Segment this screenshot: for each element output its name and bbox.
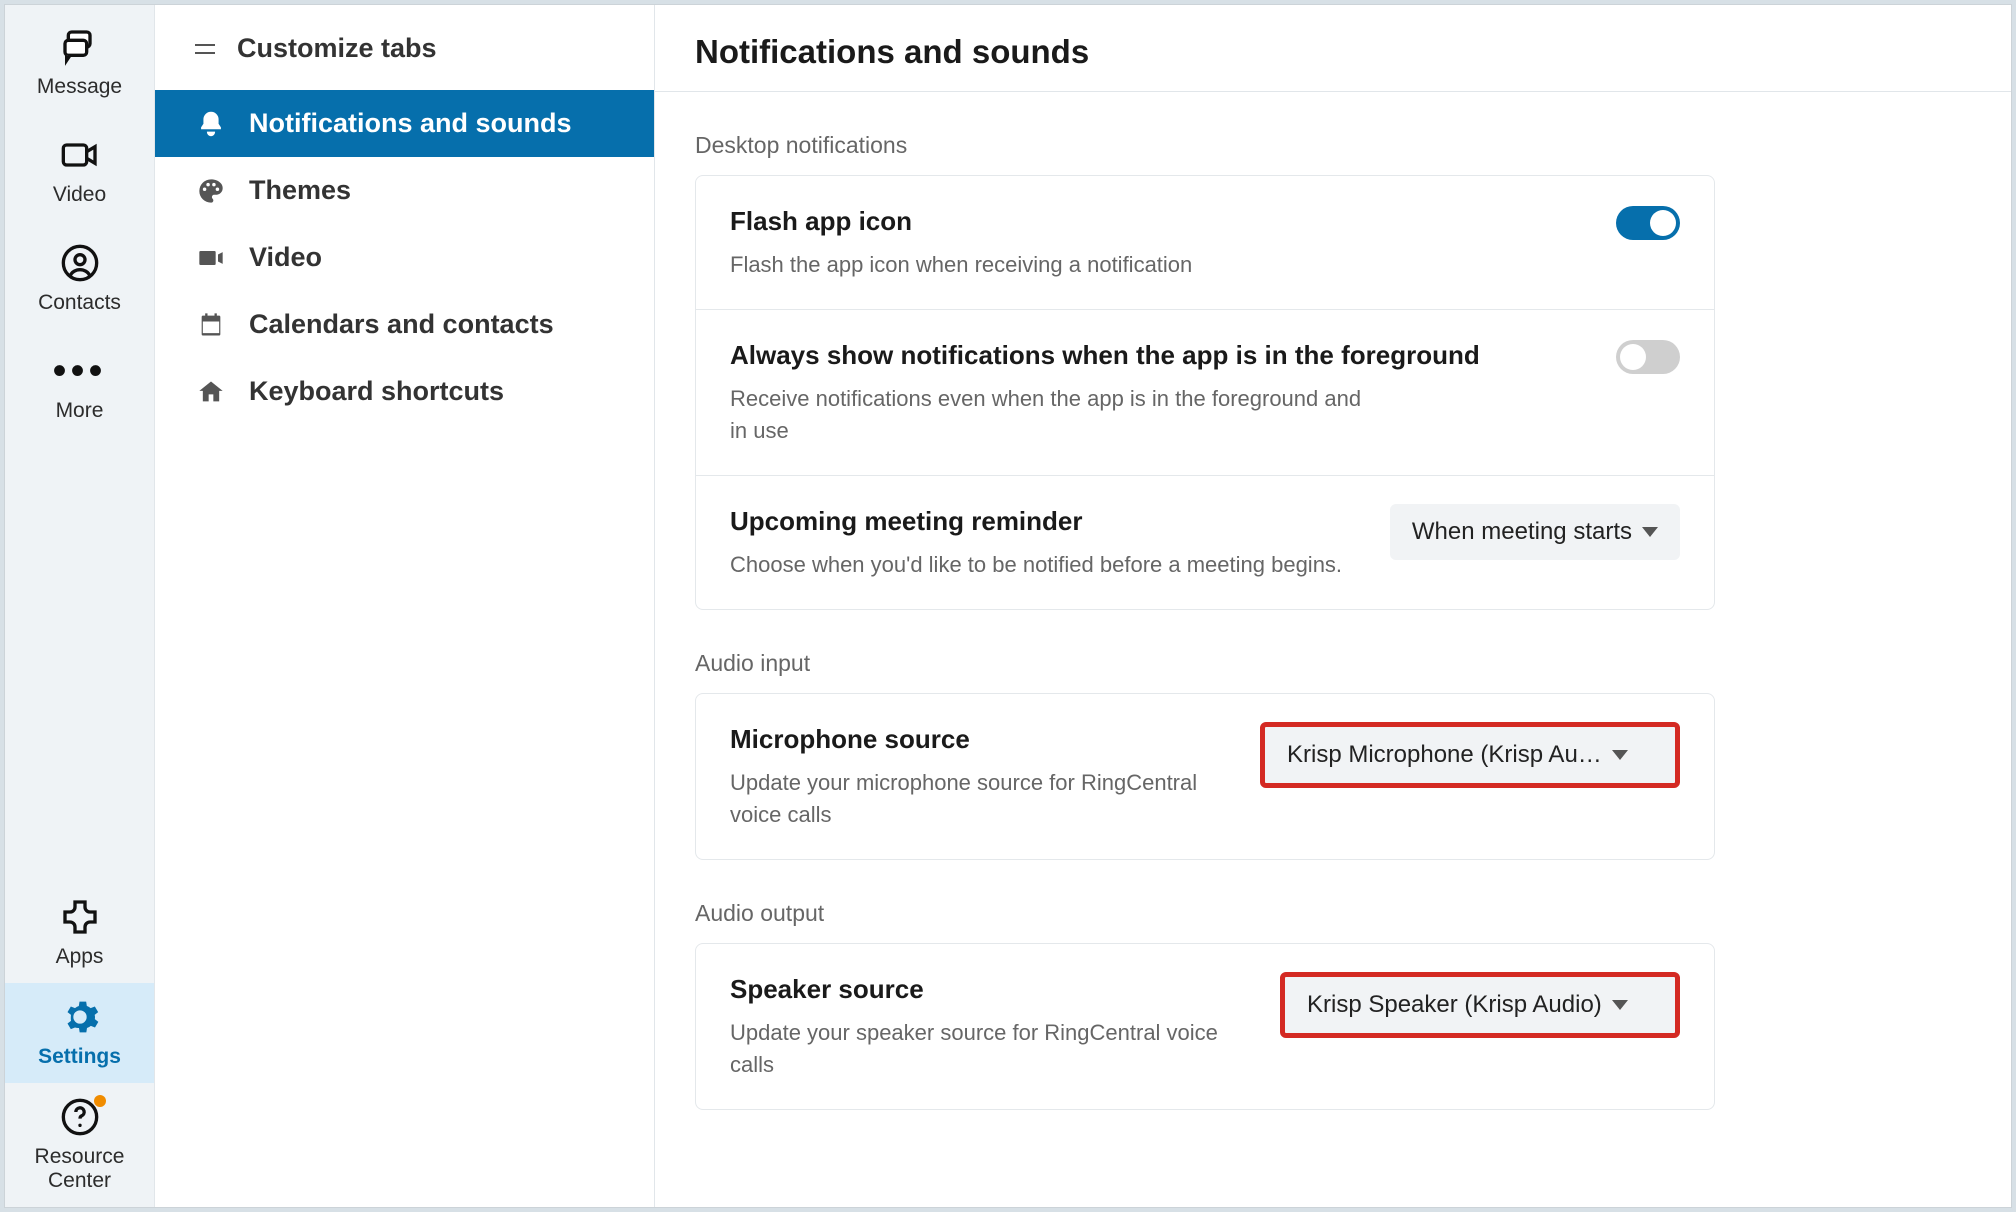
dropdown-meeting-reminder[interactable]: When meeting starts [1390, 504, 1680, 560]
rail-item-contacts[interactable]: Contacts [38, 243, 121, 315]
setting-title: Microphone source [730, 722, 1220, 757]
rail-label: Settings [38, 1045, 121, 1069]
rail-label: Apps [56, 945, 104, 969]
dropdown-value: Krisp Microphone (Krisp Au… [1287, 741, 1602, 769]
chevron-down-icon [1612, 1000, 1628, 1010]
page-title: Notifications and sounds [695, 33, 1971, 71]
setting-title: Always show notifications when the app i… [730, 338, 1576, 373]
setting-desc: Update your speaker source for RingCentr… [730, 1017, 1240, 1081]
section-title: Audio output [695, 900, 1715, 927]
notification-dot [94, 1095, 106, 1107]
setting-title: Upcoming meeting reminder [730, 504, 1350, 539]
dropdown-value: Krisp Speaker (Krisp Audio) [1307, 991, 1602, 1019]
page-header: Notifications and sounds [655, 5, 2011, 92]
chevron-down-icon [1612, 750, 1628, 760]
contacts-icon [58, 243, 102, 283]
setting-desc: Receive notifications even when the app … [730, 383, 1370, 447]
row-microphone-source: Microphone source Update your microphone… [696, 694, 1714, 859]
toggle-flash-app-icon[interactable] [1616, 206, 1680, 240]
rail-label: Message [37, 75, 122, 99]
chevron-down-icon [1642, 527, 1658, 537]
setting-desc: Choose when you'd like to be notified be… [730, 549, 1350, 581]
customize-label: Customize tabs [237, 33, 437, 64]
bell-icon [195, 110, 227, 138]
left-rail: Message Video [5, 5, 155, 1207]
section-title: Audio input [695, 650, 1715, 677]
rail-item-resource-center[interactable]: Resource Center [5, 1083, 154, 1207]
setting-title: Flash app icon [730, 204, 1576, 239]
message-icon [58, 27, 102, 67]
calendar-icon [195, 311, 227, 339]
sidebar-item-label: Video [249, 242, 322, 273]
rail-label: Contacts [38, 291, 121, 315]
sidebar-item-calendars[interactable]: Calendars and contacts [155, 291, 654, 358]
more-icon: ••• [57, 351, 101, 391]
sidebar-item-video[interactable]: Video [155, 224, 654, 291]
section-desktop-notifications: Desktop notifications Flash app icon Fla… [695, 132, 1715, 610]
rail-label: More [56, 399, 104, 423]
rail-item-more[interactable]: ••• More [56, 351, 104, 423]
rail-item-message[interactable]: Message [37, 27, 122, 99]
rail-label: Resource Center [35, 1145, 125, 1193]
settings-icon [58, 997, 102, 1037]
video-icon [58, 135, 102, 175]
row-speaker-source: Speaker source Update your speaker sourc… [696, 944, 1714, 1109]
sidebar-item-themes[interactable]: Themes [155, 157, 654, 224]
customize-tabs[interactable]: Customize tabs [155, 19, 654, 90]
sidebar-item-notifications[interactable]: Notifications and sounds [155, 90, 654, 157]
sidebar-item-label: Keyboard shortcuts [249, 376, 504, 407]
setting-title: Speaker source [730, 972, 1240, 1007]
sidebar-item-label: Themes [249, 175, 351, 206]
setting-desc: Update your microphone source for RingCe… [730, 767, 1220, 831]
main-panel: Notifications and sounds Desktop notific… [655, 5, 2011, 1207]
dropdown-speaker-source[interactable]: Krisp Speaker (Krisp Audio) [1280, 972, 1680, 1038]
section-title: Desktop notifications [695, 132, 1715, 159]
rail-item-video[interactable]: Video [53, 135, 106, 207]
toggle-foreground-notifications[interactable] [1616, 340, 1680, 374]
camera-icon [195, 244, 227, 272]
palette-icon [195, 177, 227, 205]
rail-item-settings[interactable]: Settings [5, 983, 154, 1083]
sidebar-item-label: Calendars and contacts [249, 309, 554, 340]
settings-sidebar: Customize tabs Notifications and sounds … [155, 5, 655, 1207]
rail-item-apps[interactable]: Apps [5, 883, 154, 983]
dropdown-value: When meeting starts [1412, 518, 1632, 546]
help-icon [58, 1097, 102, 1137]
hamburger-icon [195, 44, 215, 54]
apps-icon [58, 897, 102, 937]
section-audio-output: Audio output Speaker source Update your … [695, 900, 1715, 1110]
row-flash-app-icon: Flash app icon Flash the app icon when r… [696, 176, 1714, 309]
setting-desc: Flash the app icon when receiving a noti… [730, 249, 1370, 281]
row-foreground-notifications: Always show notifications when the app i… [696, 309, 1714, 475]
dropdown-microphone-source[interactable]: Krisp Microphone (Krisp Au… [1260, 722, 1680, 788]
home-icon [195, 378, 227, 406]
rail-label: Video [53, 183, 106, 207]
row-upcoming-meeting-reminder: Upcoming meeting reminder Choose when yo… [696, 475, 1714, 609]
sidebar-item-label: Notifications and sounds [249, 108, 572, 139]
section-audio-input: Audio input Microphone source Update you… [695, 650, 1715, 860]
sidebar-item-keyboard[interactable]: Keyboard shortcuts [155, 358, 654, 425]
